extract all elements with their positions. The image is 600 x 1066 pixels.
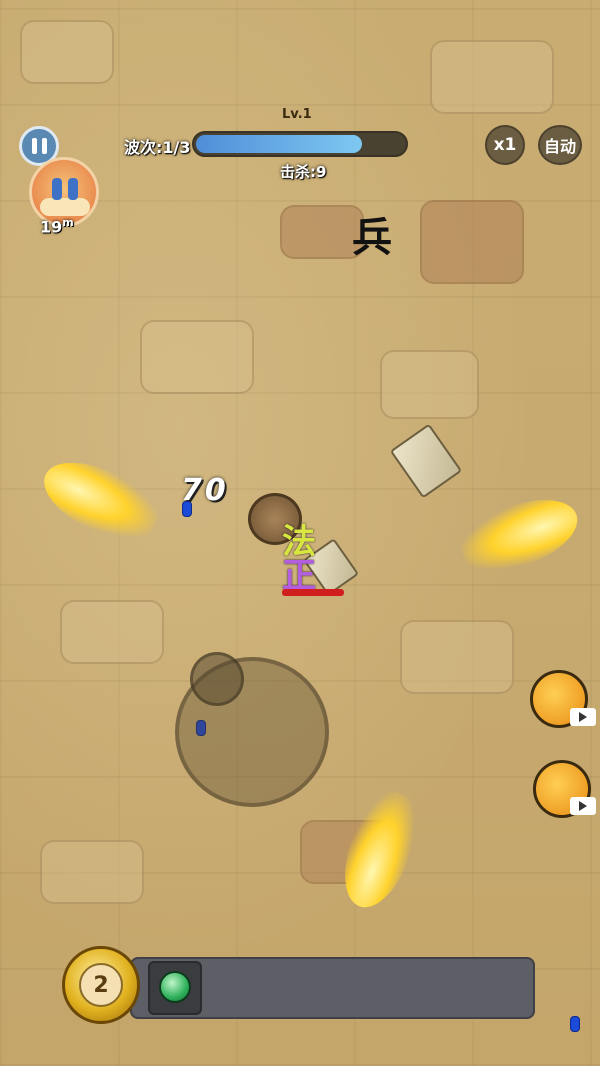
pause-icon (31, 138, 37, 154)
kill-counter: 击杀:9 (280, 163, 327, 181)
wave-label: 波次:1/3 (124, 138, 191, 157)
floor-stone (140, 320, 254, 394)
coin-count: 2 (79, 963, 123, 1007)
video-ad-icon (570, 708, 596, 726)
floor-stone (430, 40, 554, 114)
green-orb-icon (159, 971, 191, 1003)
skill-slot[interactable] (148, 961, 202, 1015)
floor-stone (40, 840, 144, 904)
level-label: Lv.1 (282, 107, 312, 122)
floor-stone (60, 600, 164, 664)
floor-stone (20, 20, 114, 84)
wave-progress-fill (196, 135, 362, 153)
wave-progress-bar (192, 131, 408, 157)
player-hp-bar (282, 589, 344, 596)
enemy-soldier: 兵 (352, 214, 392, 261)
video-ad-icon (570, 797, 596, 815)
joystick-knob[interactable] (190, 652, 244, 706)
exp-gem (182, 501, 192, 517)
speed-button[interactable]: x1 (485, 125, 525, 165)
floor-stone (420, 200, 524, 284)
floor-stone (400, 620, 514, 694)
distance-counter: 19m (40, 216, 74, 237)
floor-stone (380, 350, 479, 419)
exp-gem (570, 1016, 580, 1032)
auto-button[interactable]: 自动 (538, 125, 582, 165)
gold-coin-icon[interactable]: 2 (62, 946, 140, 1024)
